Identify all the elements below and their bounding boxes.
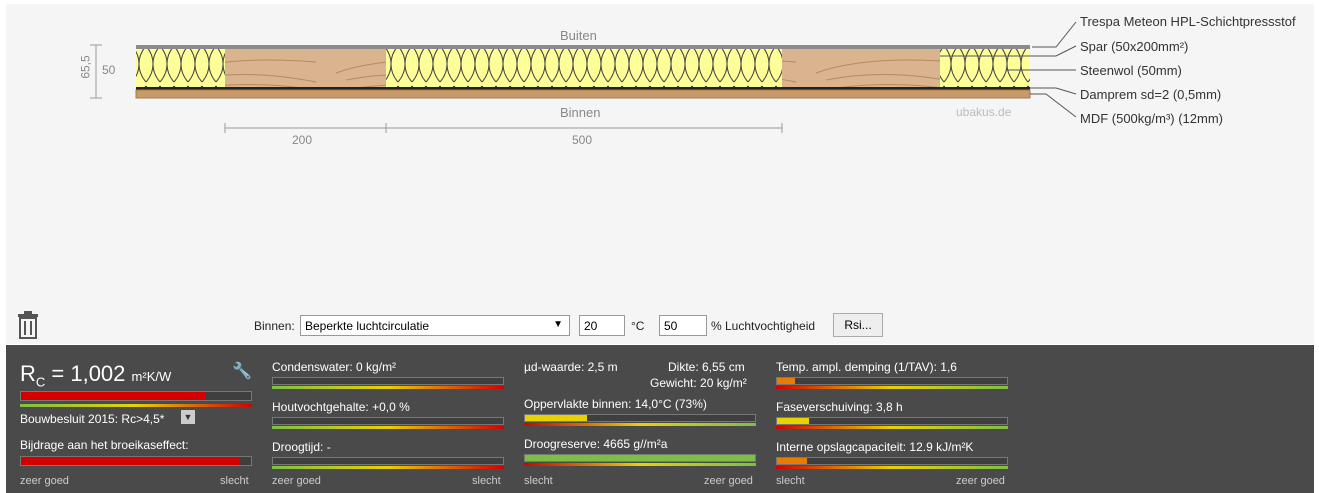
temperature-value: 20: [584, 319, 598, 333]
dim-width-bay: 500: [572, 133, 593, 147]
layer-insulation-3: [940, 49, 1030, 87]
rc-value: RC = 1,002 m²K/W: [20, 361, 172, 390]
layer-spar-2: [782, 49, 940, 87]
scale-label-good-3: zeer goed: [704, 475, 753, 487]
dim-width-spar: 200: [292, 133, 313, 147]
temperature-unit: °C: [631, 319, 645, 333]
condensation-label: Condenswater: 0 kg/m²: [272, 360, 397, 374]
dim-height-layer: 50: [102, 63, 116, 77]
drying-time-label: Droogtijd: -: [272, 440, 331, 454]
watermark: ubakus.de: [956, 105, 1012, 119]
layer-label-spar[interactable]: Spar (50x200mm²): [1080, 39, 1188, 54]
humidity-unit: % Luchtvochtigheid: [711, 319, 816, 333]
temp-ampl-bar: [776, 377, 1008, 385]
drying-time-bar: [272, 457, 504, 465]
dropdown-icon[interactable]: ▼: [181, 410, 195, 424]
condensation-bar: [272, 377, 504, 385]
heat-capacity-label: Interne opslagcapaciteit: 12.9 kJ/m²K: [776, 440, 974, 454]
layer-label-mdf[interactable]: MDF (500kg/m³) (12mm): [1080, 111, 1223, 126]
air-circulation-select[interactable]: Beperkte luchtcirculatie ▼: [300, 315, 570, 336]
layer-insulation-1: [136, 49, 225, 87]
results-panel: RC = 1,002 m²K/W 🔧 Bouwbesluit 2015: Rc>…: [6, 345, 1314, 493]
greenhouse-label: Bijdrage aan het broeikaseffect:: [20, 438, 189, 452]
thickness-label: Dikte: 6,55 cm: [668, 360, 745, 374]
weight-label: Gewicht: 20 kg/m²: [650, 376, 747, 390]
phase-shift-bar: [776, 417, 1008, 425]
construction-diagram-area: Buiten Binnen ubakus.de 65,5 50 200 500 …: [6, 4, 1314, 344]
scale-label-bad-4: slecht: [776, 475, 805, 487]
drying-reserve-label: Droogreserve: 4665 g//m²a: [524, 437, 668, 451]
temperature-input[interactable]: 20: [579, 315, 625, 336]
surface-inside-bar: [524, 414, 756, 422]
layer-mdf: [135, 89, 1031, 99]
chevron-down-icon: ▼: [553, 319, 563, 330]
wrench-icon[interactable]: 🔧: [232, 361, 252, 381]
outside-label: Buiten: [560, 28, 597, 43]
layer-trespa: [136, 45, 1030, 49]
rsi-button[interactable]: Rsi...: [833, 313, 883, 337]
air-circulation-value: Beperkte luchtcirculatie: [305, 319, 430, 333]
humidity-input[interactable]: 50: [659, 315, 707, 336]
scale-label-good-2: zeer goed: [272, 475, 321, 487]
surface-inside-label: Oppervlakte binnen: 14,0°C (73%): [524, 397, 707, 411]
phase-shift-label: Faseverschuiving: 3,8 h: [776, 400, 903, 414]
humidity-value: 50: [664, 319, 678, 333]
mu-value-label: µd-waarde: 2,5 m: [524, 360, 618, 374]
wood-moisture-label: Houtvochtgehalte: +0,0 %: [272, 400, 410, 414]
temp-ampl-label: Temp. ampl. demping (1/TAV): 1,6: [776, 360, 957, 374]
scale-label-bad-2: slecht: [472, 475, 501, 487]
scale-label-good-1: zeer goed: [20, 475, 69, 487]
heat-capacity-bar: [776, 457, 1008, 465]
binnen-label: Binnen:: [254, 319, 295, 333]
layer-spar-1: [225, 49, 386, 87]
layer-insulation-2: [386, 49, 782, 87]
greenhouse-bar: [20, 456, 252, 466]
rsi-button-label: Rsi...: [844, 318, 872, 332]
scale-label-good-4: zeer goed: [956, 475, 1005, 487]
scale-label-bad-3: slecht: [524, 475, 553, 487]
layer-label-vapor-barrier[interactable]: Damprem sd=2 (0,5mm): [1080, 87, 1221, 102]
inside-label: Binnen: [560, 105, 601, 120]
layer-label-trespa[interactable]: Trespa Meteon HPL-Schichtpressstof: [1080, 14, 1296, 29]
dim-height-total: 65,5: [78, 55, 93, 79]
drying-reserve-bar: [524, 454, 756, 462]
norm-text: Bouwbesluit 2015: Rc>4,5*: [20, 412, 165, 426]
rc-bar: [20, 391, 252, 401]
trash-icon[interactable]: [16, 311, 40, 339]
wood-moisture-bar: [272, 417, 504, 425]
scale-label-bad-1: slecht: [220, 475, 249, 487]
layer-label-insulation[interactable]: Steenwol (50mm): [1080, 63, 1182, 78]
